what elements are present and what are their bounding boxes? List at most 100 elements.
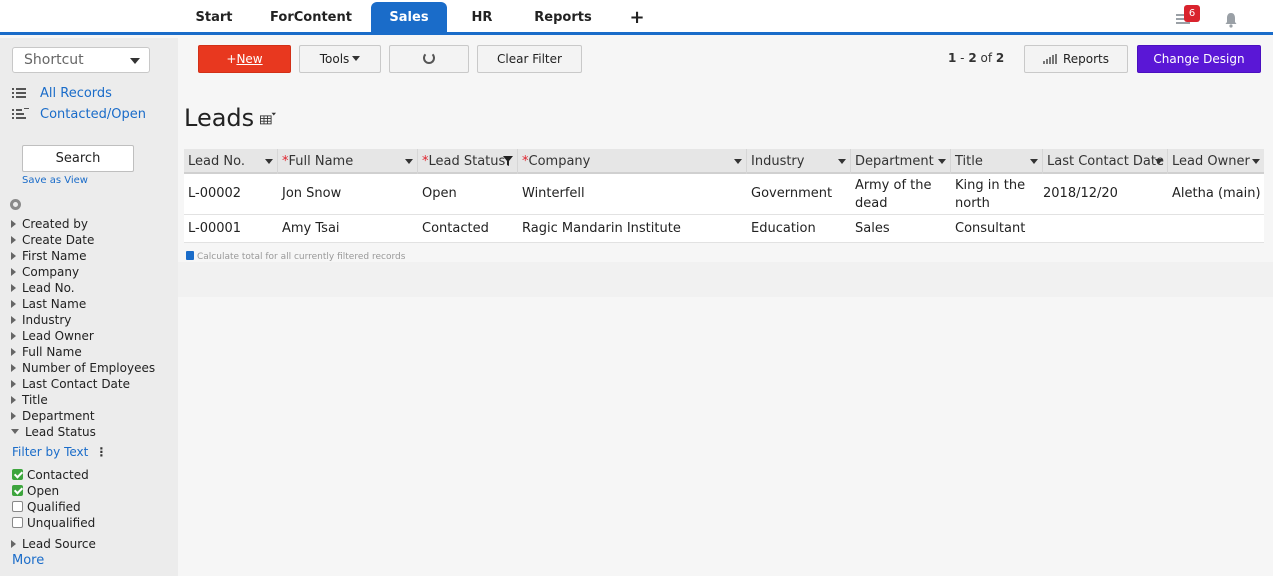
filter-field-last-name[interactable]: Last Name [11,296,86,312]
filter-field-first-name[interactable]: First Name [11,248,86,264]
tab-sales[interactable]: Sales [371,2,447,33]
table-view-icon[interactable] [260,112,276,126]
sort-menu-icon[interactable] [838,159,846,164]
filter-option-contacted[interactable]: Contacted [12,467,89,483]
sidebar-link-all-records[interactable]: All Records [12,86,112,104]
checkbox-checked[interactable] [12,469,23,480]
checkbox-checked[interactable] [12,485,23,496]
expand-arrow-icon [11,300,16,308]
filter-funnel-icon[interactable] [503,156,513,166]
column-header-full-name[interactable]: *Full Name [278,149,418,174]
expand-arrow-icon [11,252,16,260]
cell-lead-status[interactable]: Contacted [418,220,489,238]
cell-industry[interactable]: Education [747,220,816,238]
filter-field-full-name[interactable]: Full Name [11,344,82,360]
cell-full-name[interactable]: Jon Snow [278,185,341,203]
column-header-lead-no[interactable]: Lead No. [184,149,278,174]
expand-arrow-icon [11,284,16,292]
tab-start[interactable]: Start [186,2,242,33]
filter-by-text-link[interactable]: Filter by Text ⋮ [12,445,107,459]
sort-menu-icon[interactable] [938,159,946,164]
shortcut-label: Shortcut [24,52,84,68]
cell-department[interactable]: Army of the dead [851,177,947,213]
save-as-view-link[interactable]: Save as View [22,175,88,186]
filter-field-company[interactable]: Company [11,264,79,280]
column-header-company[interactable]: *Company [518,149,747,174]
chevron-down-icon [352,56,361,61]
sidebar-link-contacted-open[interactable]: Contacted/Open [12,107,146,125]
tools-button[interactable]: Tools [299,45,381,73]
filter-field-last-contact-date[interactable]: Last Contact Date [11,376,130,392]
cell-lead-no[interactable]: L-00002 [184,185,241,203]
add-tab-button[interactable]: + [628,2,646,33]
sort-menu-icon[interactable] [1252,159,1260,164]
cell-last-contact-date[interactable]: 2018/12/20 [1043,185,1118,203]
more-options-icon[interactable]: ⋮ [95,445,107,459]
change-design-button[interactable]: Change Design [1137,45,1261,73]
sort-menu-icon[interactable] [1030,159,1038,164]
column-header-industry[interactable]: Industry [747,149,851,174]
leads-table: Lead No. *Full Name *Lead Status *Compan… [184,149,1264,243]
checkbox-unchecked[interactable] [12,501,23,512]
expand-arrow-icon [11,348,16,356]
gear-icon[interactable] [10,199,21,210]
expand-arrow-icon [11,236,16,244]
new-record-button[interactable]: +New [198,45,291,73]
more-fields-link[interactable]: More [12,553,44,568]
checkbox-unchecked[interactable] [12,517,23,528]
sort-menu-icon[interactable] [405,159,413,164]
cell-title[interactable]: King in the north [951,177,1039,213]
table-row[interactable]: L-00001 Amy Tsai Contacted Ragic Mandari… [184,215,1264,243]
cell-lead-owner[interactable]: Aletha (main) [1168,185,1261,203]
filter-field-department[interactable]: Department [11,408,95,424]
table-row[interactable]: L-00002 Jon Snow Open Winterfell Governm… [184,174,1264,215]
sort-menu-icon[interactable] [1155,159,1163,164]
column-header-department[interactable]: Department [851,149,951,174]
cell-industry[interactable]: Government [747,185,832,203]
filter-field-lead-owner[interactable]: Lead Owner [11,328,94,344]
column-header-lead-status[interactable]: *Lead Status [418,149,518,174]
filter-field-created-by[interactable]: Created by [11,216,88,232]
search-button[interactable]: Search [22,145,134,172]
filter-field-lead-no[interactable]: Lead No. [11,280,75,296]
expand-arrow-icon [11,268,16,276]
filter-field-title[interactable]: Title [11,392,48,408]
filter-field-lead-status[interactable]: Lead Status [11,424,96,440]
sort-menu-icon[interactable] [734,159,742,164]
tab-hr[interactable]: HR [462,2,502,33]
column-header-title[interactable]: Title [951,149,1043,174]
filter-option-unqualified[interactable]: Unqualified [12,515,95,531]
sort-menu-icon[interactable] [265,159,273,164]
expand-arrow-icon [11,364,16,372]
collapse-arrow-icon [11,429,19,434]
tab-forcontent[interactable]: ForContent [262,2,360,33]
filter-field-lead-source[interactable]: Lead Source [11,536,96,552]
refresh-button[interactable] [389,45,469,73]
cell-department[interactable]: Sales [851,220,890,238]
calculate-total-link[interactable]: Calculate total for all currently filter… [186,251,405,262]
cell-company[interactable]: Ragic Mandarin Institute [518,220,681,238]
column-header-last-contact-date[interactable]: Last Contact Date [1043,149,1168,174]
expand-arrow-icon [11,332,16,340]
tab-reports[interactable]: Reports [530,2,596,33]
filter-field-number-of-employees[interactable]: Number of Employees [11,360,155,376]
reports-button[interactable]: Reports [1024,45,1128,73]
cell-full-name[interactable]: Amy Tsai [278,220,340,238]
calculator-icon [186,251,194,260]
cell-title[interactable]: Consultant [951,220,1025,238]
expand-arrow-icon [11,412,16,420]
filter-field-create-date[interactable]: Create Date [11,232,94,248]
filter-field-industry[interactable]: Industry [11,312,71,328]
filter-option-qualified[interactable]: Qualified [12,499,81,515]
cell-company[interactable]: Winterfell [518,185,585,203]
cell-lead-no[interactable]: L-00001 [184,220,241,238]
filter-option-open[interactable]: Open [12,483,59,499]
cell-lead-status[interactable]: Open [418,185,457,203]
shortcut-select[interactable]: Shortcut [12,47,150,73]
clear-filter-button[interactable]: Clear Filter [477,45,582,73]
column-header-lead-owner[interactable]: Lead Owner [1168,149,1264,174]
filtered-list-icon [12,108,29,120]
expand-arrow-icon [11,316,16,324]
bell-icon[interactable] [1224,12,1238,28]
expand-arrow-icon [11,540,16,548]
